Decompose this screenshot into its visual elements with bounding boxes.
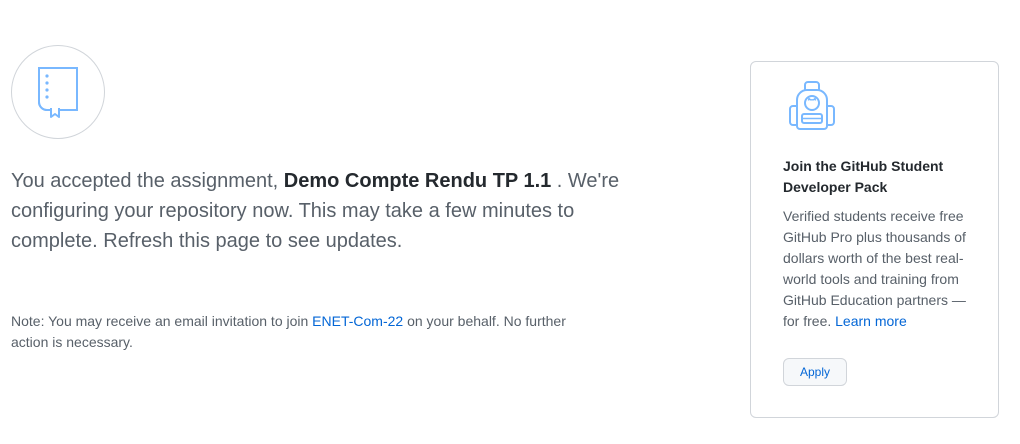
- apply-button[interactable]: Apply: [783, 358, 847, 386]
- organization-link[interactable]: ENET-Com-22: [312, 313, 403, 329]
- student-pack-card: Join the GitHub Student Developer Pack V…: [750, 61, 999, 418]
- assignment-accepted-page: You accepted the assignment, Demo Compte…: [0, 0, 1020, 444]
- assignment-name: Demo Compte Rendu TP 1.1: [283, 170, 552, 192]
- book-icon: [38, 67, 78, 118]
- assignment-status-message: You accepted the assignment, Demo Compte…: [11, 166, 631, 256]
- student-pack-description: Verified students receive free GitHub Pr…: [783, 206, 983, 332]
- student-pack-description-text: Verified students receive free GitHub Pr…: [783, 208, 966, 329]
- learn-more-link[interactable]: Learn more: [835, 313, 907, 329]
- message-prefix: You accepted the assignment,: [11, 170, 284, 192]
- invitation-note: Note: You may receive an email invitatio…: [11, 311, 591, 353]
- note-prefix: Note: You may receive an email invitatio…: [11, 313, 313, 329]
- repo-icon-circle: [11, 45, 105, 139]
- student-pack-title: Join the GitHub Student Developer Pack: [783, 158, 944, 195]
- backpack-icon: [789, 81, 835, 130]
